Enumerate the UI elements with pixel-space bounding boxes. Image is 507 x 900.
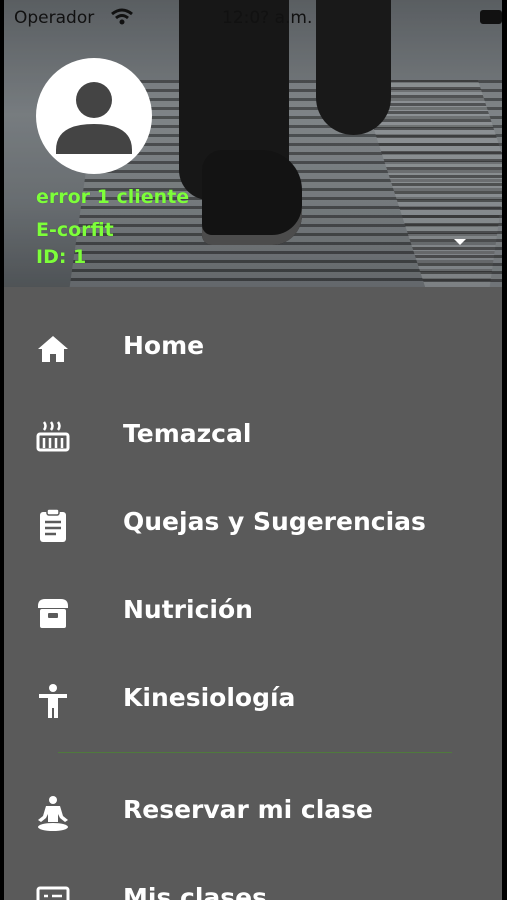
dropdown-caret-icon[interactable] — [454, 239, 466, 245]
avatar[interactable] — [36, 58, 152, 174]
profile-id: ID: 1 — [36, 246, 87, 268]
battery-icon — [480, 10, 502, 24]
menu-item-quejas[interactable]: Quejas y Sugerencias — [4, 485, 502, 555]
accessibility-icon — [39, 684, 67, 718]
menu-item-label: Nutrición — [123, 595, 253, 624]
menu-item-label: Quejas y Sugerencias — [123, 507, 426, 536]
home-icon — [38, 336, 68, 362]
menu-item-label: Temazcal — [123, 419, 252, 448]
menu-item-label: Kinesiología — [123, 683, 296, 712]
profile-brand: E-corfit — [36, 219, 114, 241]
food-icon — [38, 599, 68, 628]
menu-item-reservar[interactable]: Reservar mi clase — [4, 773, 502, 843]
meditation-icon — [38, 796, 68, 831]
menu-item-nutricion[interactable]: Nutrición — [4, 573, 502, 643]
app-frame: error 1 cliente E-corfit ID: 1 Operador … — [0, 0, 507, 900]
wifi-icon — [111, 8, 133, 25]
menu-item-mis-clases[interactable]: Mis clases — [4, 861, 502, 900]
list-icon — [36, 886, 70, 900]
menu-item-label: Mis clases — [123, 883, 268, 900]
menu-item-label: Reservar mi clase — [123, 795, 373, 824]
menu-item-temazcal[interactable]: Temazcal — [4, 397, 502, 467]
drawer-menu: Home Temazcal Quejas y Sugerencias Nutri… — [4, 287, 502, 900]
clipboard-icon — [40, 508, 66, 542]
person-icon — [56, 82, 132, 154]
profile-header: error 1 cliente E-corfit ID: 1 — [4, 0, 502, 287]
menu-item-home[interactable]: Home — [4, 309, 502, 379]
temazcal-icon — [36, 421, 70, 452]
menu-item-kinesiologia[interactable]: Kinesiología — [4, 661, 502, 731]
status-bar: Operador 12:0? a.m. — [0, 0, 507, 36]
carrier-label: Operador — [14, 8, 95, 28]
status-time: 12:0? a.m. — [222, 8, 313, 28]
profile-name: error 1 cliente — [36, 186, 190, 208]
menu-divider — [58, 752, 452, 753]
menu-item-label: Home — [123, 331, 205, 360]
